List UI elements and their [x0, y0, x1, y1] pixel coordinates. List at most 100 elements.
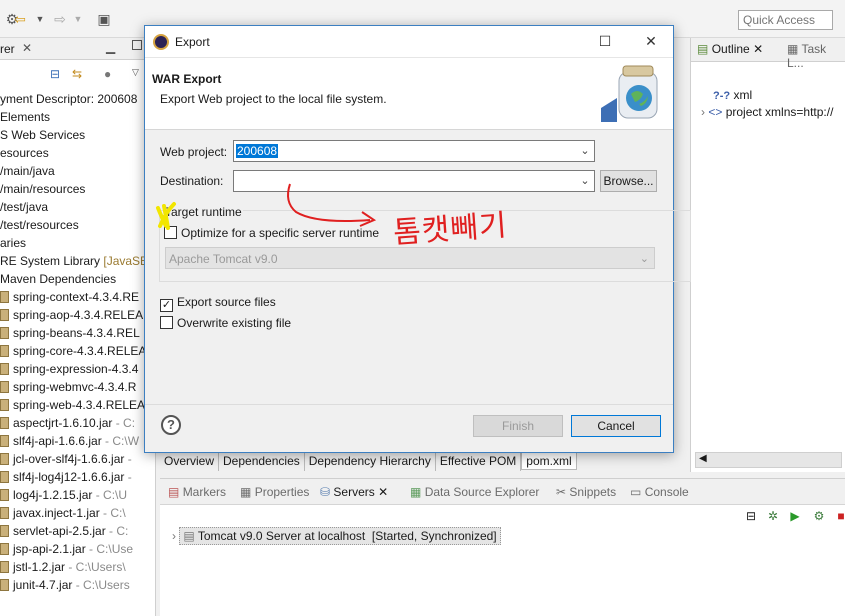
forward-arrow-icon[interactable]: ⇨: [52, 11, 68, 27]
collapse-all-icon[interactable]: ⊟: [50, 67, 66, 81]
quick-access-input[interactable]: [738, 10, 833, 30]
tree-item[interactable]: aries: [0, 234, 155, 252]
tab-data-source-explorer[interactable]: ▦ Data Source Explorer: [410, 485, 539, 499]
tree-item-label: javax.inject-1.jar: [13, 506, 100, 520]
tab-task-list[interactable]: ▦ Task L...: [787, 42, 845, 70]
tree-item[interactable]: log4j-1.2.15.jar - C:\U: [0, 486, 155, 504]
minimize-icon[interactable]: ▁: [106, 40, 115, 54]
tree-item-label: spring-expression-4.3.4: [13, 362, 139, 376]
tree-item-label: aries: [0, 236, 27, 250]
jar-icon: [0, 543, 9, 555]
tab-servers[interactable]: ⛁ Servers ✕: [320, 485, 388, 499]
tree-item[interactable]: /test/resources: [0, 216, 155, 234]
data-source-icon: ▦: [410, 485, 422, 499]
stop-server-icon[interactable]: ■: [834, 509, 845, 523]
export-source-row[interactable]: ✓ Export source files: [160, 295, 276, 312]
close-icon[interactable]: ✕: [753, 42, 763, 56]
tab-overview[interactable]: Overview: [160, 453, 220, 471]
tree-item[interactable]: spring-beans-4.3.4.REL: [0, 324, 155, 342]
tree-item[interactable]: aspectjrt-1.6.10.jar - C:: [0, 414, 155, 432]
web-project-combo[interactable]: 200608 ⌄: [233, 140, 595, 162]
overwrite-row[interactable]: Overwrite existing file: [160, 316, 291, 330]
focus-icon[interactable]: ●: [104, 67, 120, 81]
tree-item[interactable]: yment Descriptor: 200608: [0, 90, 155, 108]
tab-markers-label: Markers: [182, 485, 227, 499]
tree-item[interactable]: servlet-api-2.5.jar - C:: [0, 522, 155, 540]
jar-icon: [0, 489, 9, 501]
link-editor-icon[interactable]: ⇆: [72, 67, 88, 81]
perspective-icon[interactable]: ▣: [96, 11, 112, 27]
tree-item[interactable]: javax.inject-1.jar - C:\: [0, 504, 155, 522]
tree-item[interactable]: Maven Dependencies: [0, 270, 155, 288]
back-dropdown-icon[interactable]: ▼: [32, 11, 48, 27]
optimize-label: Optimize for a specific server runtime: [181, 226, 380, 240]
browse-button[interactable]: Browse...: [600, 170, 657, 192]
cancel-button[interactable]: Cancel: [571, 415, 661, 437]
help-icon[interactable]: ?: [161, 415, 181, 435]
jar-icon: [0, 291, 9, 303]
tree-item-label: jstl-1.2.jar: [13, 560, 66, 574]
tree-item[interactable]: spring-context-4.3.4.RE: [0, 288, 155, 306]
close-button[interactable]: ✕: [641, 32, 661, 50]
tree-item[interactable]: /main/resources: [0, 180, 155, 198]
tab-properties[interactable]: ▦ Properties: [240, 485, 309, 499]
collapse-icon[interactable]: ⊟: [744, 509, 758, 523]
tree-item[interactable]: /test/java: [0, 198, 155, 216]
tree-item[interactable]: slf4j-log4j12-1.6.6.jar -: [0, 468, 155, 486]
profile-server-icon[interactable]: ⚙: [812, 509, 826, 523]
maximize-button[interactable]: ☐: [595, 32, 615, 50]
close-icon[interactable]: ✕: [378, 485, 388, 499]
tab-console[interactable]: ▭ Console: [630, 485, 689, 499]
tree-item[interactable]: esources: [0, 144, 155, 162]
expand-icon[interactable]: ›: [701, 105, 705, 119]
server-entry[interactable]: ▤ Tomcat v9.0 Server at localhost [Start…: [179, 527, 501, 545]
maximize-icon[interactable]: [132, 40, 142, 50]
tree-item[interactable]: jstl-1.2.jar - C:\Users\: [0, 558, 155, 576]
optimize-checkbox[interactable]: [164, 226, 177, 239]
tree-item[interactable]: junit-4.7.jar - C:\Users: [0, 576, 155, 594]
tree-item[interactable]: jsp-api-2.1.jar - C:\Use: [0, 540, 155, 558]
close-icon[interactable]: ✕: [22, 41, 32, 55]
horizontal-scrollbar[interactable]: ◀: [695, 452, 842, 468]
web-project-value: 200608: [236, 144, 279, 158]
chevron-down-icon[interactable]: ⌄: [578, 174, 592, 188]
tree-item[interactable]: spring-web-4.3.4.RELEA: [0, 396, 155, 414]
tree-item[interactable]: S Web Services: [0, 126, 155, 144]
scroll-left-icon[interactable]: ◀: [699, 453, 707, 464]
chevron-down-icon[interactable]: ⌄: [578, 144, 592, 158]
export-source-checkbox[interactable]: ✓: [160, 299, 173, 312]
overwrite-checkbox[interactable]: [160, 316, 173, 329]
destination-combo[interactable]: ⌄: [233, 170, 595, 192]
tree-item[interactable]: spring-aop-4.3.4.RELEA: [0, 306, 155, 324]
tree-item[interactable]: spring-expression-4.3.4: [0, 360, 155, 378]
tab-pom-xml[interactable]: pom.xml: [521, 452, 577, 470]
tab-outline[interactable]: ▤ Outline ✕: [697, 42, 763, 56]
tab-snippets[interactable]: ✂ Snippets: [556, 485, 616, 499]
tree-item[interactable]: jcl-over-slf4j-1.6.6.jar -: [0, 450, 155, 468]
outline-row-xml[interactable]: ?-? xml: [713, 88, 752, 102]
pom-editor-tabs: Overview Dependencies Dependency Hierarchy…: [160, 452, 577, 472]
debug-server-icon[interactable]: ✲: [766, 509, 780, 523]
tree-item[interactable]: slf4j-api-1.6.6.jar - C:\W: [0, 432, 155, 450]
outline-row-project[interactable]: › <> project xmlns=http://: [701, 105, 833, 119]
back-arrow-icon[interactable]: ⇦: [12, 11, 28, 27]
tree-item[interactable]: RE System Library [JavaSE: [0, 252, 155, 270]
tree-item[interactable]: spring-core-4.3.4.RELEA: [0, 342, 155, 360]
tab-dependency-hierarchy[interactable]: Dependency Hierarchy: [305, 453, 436, 471]
server-row[interactable]: › ▤ Tomcat v9.0 Server at localhost [Sta…: [172, 527, 501, 545]
overwrite-label: Overwrite existing file: [177, 316, 292, 330]
tree-item[interactable]: /main/java: [0, 162, 155, 180]
explorer-title[interactable]: rer: [0, 42, 15, 56]
tab-effective-pom[interactable]: Effective POM: [436, 453, 522, 471]
tab-markers[interactable]: ▤ Markers: [168, 485, 226, 499]
tree-item[interactable]: spring-webmvc-4.3.4.R: [0, 378, 155, 396]
tree-item-label: jcl-over-slf4j-1.6.6.jar: [13, 452, 125, 466]
tree-item[interactable]: Elements: [0, 108, 155, 126]
optimize-checkbox-row[interactable]: Optimize for a specific server runtime: [164, 226, 379, 240]
tab-dependencies[interactable]: Dependencies: [219, 453, 305, 471]
start-server-icon[interactable]: ▶: [788, 509, 802, 523]
finish-button[interactable]: Finish: [473, 415, 563, 437]
dialog-title: Export: [175, 35, 210, 49]
forward-dropdown-icon[interactable]: ▼: [70, 11, 86, 27]
expand-icon[interactable]: ›: [172, 529, 176, 543]
